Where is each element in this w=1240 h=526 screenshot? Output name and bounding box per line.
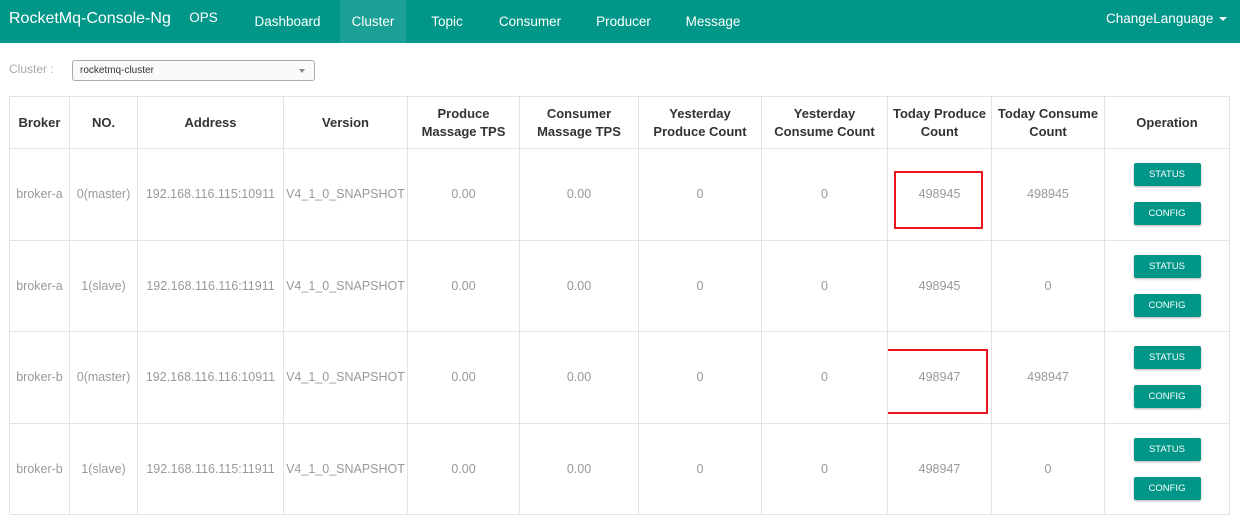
cluster-label: Cluster : [9, 62, 54, 76]
status-button[interactable]: STATUS [1133, 437, 1201, 461]
cell-version: V4_1_0_SNAPSHOT [283, 239, 408, 332]
config-button[interactable]: CONFIG [1133, 385, 1201, 409]
cell-broker: broker-a [9, 148, 70, 241]
cell-broker: broker-a [9, 239, 70, 332]
table-row: broker-a 1(slave) 192.168.116.116:11911 … [9, 239, 1230, 332]
table-row: broker-b 0(master) 192.168.116.116:10911… [9, 331, 1230, 424]
cell-address: 192.168.116.116:11911 [137, 239, 284, 332]
nav-topic[interactable]: Topic [406, 0, 488, 43]
header-operation: Operation [1104, 96, 1230, 149]
cell-produce-tps: 0.00 [407, 148, 520, 241]
change-language-label: ChangeLanguage [1106, 10, 1214, 26]
nav-message[interactable]: Message [675, 0, 751, 43]
cell-version: V4_1_0_SNAPSHOT [283, 148, 408, 241]
nav-producer[interactable]: Producer [572, 0, 675, 43]
config-button[interactable]: CONFIG [1133, 293, 1201, 317]
header-no: NO. [69, 96, 138, 149]
broker-table: Broker NO. Address Version Produce Massa… [9, 96, 1230, 515]
cell-today-produce: 498947 [887, 422, 992, 515]
cell-no: 1(slave) [69, 239, 138, 332]
cell-yesterday-produce: 0 [638, 148, 762, 241]
header-yesterday-produce: Yesterday Produce Count [638, 96, 762, 149]
cell-broker: broker-b [9, 422, 70, 515]
cell-today-produce: 498945 [887, 239, 992, 332]
nav-cluster[interactable]: Cluster [340, 0, 406, 43]
cell-yesterday-consume: 0 [761, 422, 888, 515]
config-button[interactable]: CONFIG [1133, 202, 1201, 226]
cell-today-consume: 498947 [991, 331, 1105, 424]
cell-broker: broker-b [9, 331, 70, 424]
cell-address: 192.168.116.116:10911 [137, 331, 284, 424]
cell-consumer-tps: 0.00 [519, 148, 639, 241]
cell-no: 0(master) [69, 331, 138, 424]
cell-operation: STATUS CONFIG [1104, 239, 1230, 332]
cell-version: V4_1_0_SNAPSHOT [283, 331, 408, 424]
cluster-select-value: rocketmq-cluster [80, 65, 154, 76]
top-navbar: RocketMq-Console-Ng OPS Dashboard Cluste… [0, 0, 1240, 43]
cell-consumer-tps: 0.00 [519, 422, 639, 515]
header-version: Version [283, 96, 408, 149]
cell-consumer-tps: 0.00 [519, 239, 639, 332]
cell-address: 192.168.116.115:10911 [137, 148, 284, 241]
cell-yesterday-produce: 0 [638, 239, 762, 332]
cell-address: 192.168.116.115:11911 [137, 422, 284, 515]
cell-today-produce: 498947 [918, 370, 961, 385]
nav-dashboard[interactable]: Dashboard [235, 0, 340, 43]
cell-yesterday-produce: 0 [638, 331, 762, 424]
header-today-produce: Today Produce Count [887, 96, 992, 149]
cell-produce-tps: 0.00 [407, 331, 520, 424]
table-row: broker-a 0(master) 192.168.116.115:10911… [9, 148, 1230, 241]
cell-today-consume: 0 [991, 239, 1105, 332]
header-consumer-tps: Consumer Massage TPS [519, 96, 639, 149]
cell-operation: STATUS CONFIG [1104, 148, 1230, 241]
brand-title[interactable]: RocketMq-Console-Ng [0, 0, 172, 43]
cell-today-produce: 498945 [918, 187, 961, 202]
table-header-row: Broker NO. Address Version Produce Massa… [9, 96, 1230, 149]
config-button[interactable]: CONFIG [1133, 476, 1201, 500]
cell-today-consume: 498945 [991, 148, 1105, 241]
cell-yesterday-consume: 0 [761, 331, 888, 424]
cell-produce-tps: 0.00 [407, 239, 520, 332]
cluster-select[interactable]: rocketmq-cluster [72, 60, 315, 81]
cell-consumer-tps: 0.00 [519, 331, 639, 424]
cell-today-produce-highlighted: 498945 [887, 148, 992, 241]
change-language-dropdown[interactable]: ChangeLanguage [1106, 0, 1240, 43]
cell-yesterday-produce: 0 [638, 422, 762, 515]
cell-yesterday-consume: 0 [761, 148, 888, 241]
status-button[interactable]: STATUS [1133, 254, 1201, 278]
cell-today-produce-highlighted: 498947 [887, 331, 992, 424]
cell-yesterday-consume: 0 [761, 239, 888, 332]
header-yesterday-consume: Yesterday Consume Count [761, 96, 888, 149]
table-row: broker-b 1(slave) 192.168.116.115:11911 … [9, 422, 1230, 515]
select-arrow-icon [299, 69, 305, 73]
cell-produce-tps: 0.00 [407, 422, 520, 515]
header-broker: Broker [9, 96, 70, 149]
cell-no: 1(slave) [69, 422, 138, 515]
header-produce-tps: Produce Massage TPS [407, 96, 520, 149]
header-today-consume: Today Consume Count [991, 96, 1105, 149]
caret-down-icon [1219, 17, 1228, 21]
cell-operation: STATUS CONFIG [1104, 422, 1230, 515]
cell-today-consume: 0 [991, 422, 1105, 515]
nav-consumer[interactable]: Consumer [488, 0, 572, 43]
cell-no: 0(master) [69, 148, 138, 241]
nav-ops[interactable]: OPS [172, 0, 235, 43]
status-button[interactable]: STATUS [1133, 346, 1201, 370]
header-address: Address [137, 96, 284, 149]
status-button[interactable]: STATUS [1133, 163, 1201, 187]
cell-version: V4_1_0_SNAPSHOT [283, 422, 408, 515]
cell-operation: STATUS CONFIG [1104, 331, 1230, 424]
